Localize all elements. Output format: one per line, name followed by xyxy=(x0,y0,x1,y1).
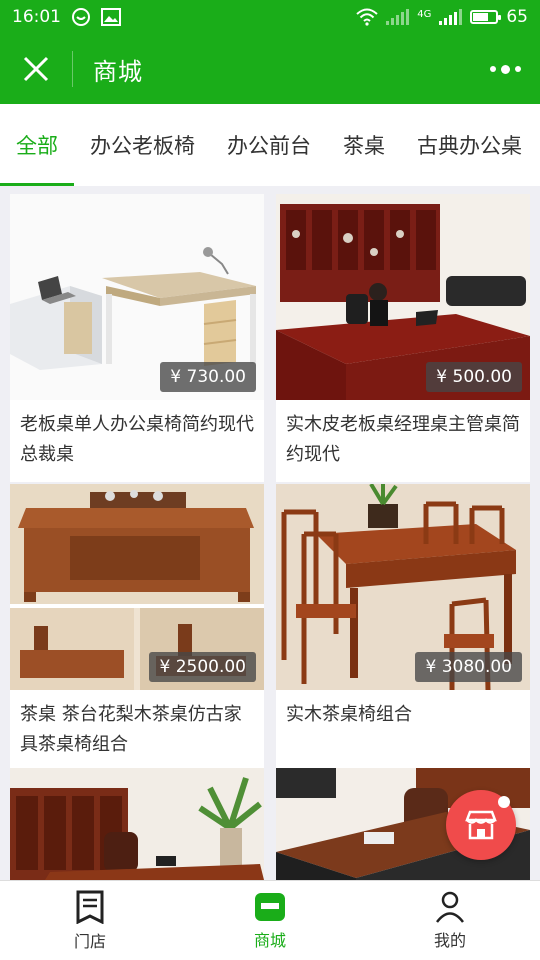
mall-icon xyxy=(255,892,285,921)
price-tag: ¥ 730.00 xyxy=(160,362,256,392)
nav-store[interactable]: 门店 xyxy=(0,881,180,960)
cart-badge-dot xyxy=(498,796,510,808)
tab-office-reception[interactable]: 办公前台 xyxy=(211,104,327,186)
shop-icon xyxy=(465,810,497,840)
person-icon xyxy=(436,891,464,923)
more-button[interactable] xyxy=(470,34,540,104)
battery-fill xyxy=(473,13,488,21)
nav-store-label: 门店 xyxy=(73,931,106,951)
product-card[interactable] xyxy=(10,768,264,880)
tab-all[interactable]: 全部 xyxy=(0,104,74,186)
network-type: 4G xyxy=(417,9,432,20)
title-divider xyxy=(72,51,73,87)
product-name: 老板桌单人办公桌椅简约现代总裁桌 xyxy=(20,414,254,465)
product-card[interactable]: ¥ 500.00 实木皮老板桌经理桌主管桌简约现代 xyxy=(276,194,530,482)
page-title: 商城 xyxy=(93,57,143,86)
price-tag: ¥ 2500.00 xyxy=(149,652,256,682)
close-icon xyxy=(23,56,49,82)
price-tag: ¥ 3080.00 xyxy=(415,652,522,682)
nav-mall[interactable]: 商城 xyxy=(180,881,360,960)
signal-icon xyxy=(439,9,463,25)
close-button[interactable] xyxy=(0,34,72,104)
price-tag: ¥ 500.00 xyxy=(426,362,522,392)
bottom-nav: 门店 商城 我的 xyxy=(0,880,540,960)
more-dot-icon xyxy=(514,66,521,72)
nav-me-label: 我的 xyxy=(433,930,466,950)
product-name: 实木皮老板桌经理桌主管桌简约现代 xyxy=(286,414,520,465)
product-card[interactable]: ¥ 730.00 老板桌单人办公桌椅简约现代总裁桌 xyxy=(10,194,264,482)
store-doc-icon xyxy=(76,890,104,924)
product-image-tea-table-chairs: ¥ 3080.00 xyxy=(276,484,530,690)
category-tabs: 全部 办公老板椅 办公前台 茶桌 古典办公桌 xyxy=(0,104,540,186)
wifi-icon xyxy=(356,8,378,26)
battery-icon xyxy=(470,10,502,24)
title-bar: 商城 xyxy=(0,34,540,104)
product-card[interactable]: ¥ 2500.00 茶桌 茶台花梨木茶桌仿古家具茶桌椅组合 xyxy=(10,484,264,772)
status-time: 16:01 xyxy=(12,7,61,27)
nav-mall-label: 商城 xyxy=(253,930,286,950)
tab-tea-table[interactable]: 茶桌 xyxy=(327,104,401,186)
more-dot-icon xyxy=(500,64,510,74)
status-bar: 16:01 4G 65 xyxy=(0,0,540,34)
product-image-modern-desk: ¥ 730.00 xyxy=(10,194,264,400)
more-dot-icon xyxy=(489,66,496,72)
tab-classic-desk[interactable]: 古典办公桌 xyxy=(401,104,538,186)
product-card[interactable]: ¥ 3080.00 实木茶桌椅组合 xyxy=(276,484,530,772)
product-image-tea-table: ¥ 2500.00 xyxy=(10,484,264,690)
signal-weak-icon xyxy=(386,9,410,25)
product-image-wood-boss-desk: ¥ 500.00 xyxy=(276,194,530,400)
cart-fab-button[interactable] xyxy=(446,790,516,860)
chat-bubble-icon xyxy=(71,7,91,27)
tab-office-boss-chair[interactable]: 办公老板椅 xyxy=(74,104,211,186)
product-image-classic-office xyxy=(10,768,264,880)
product-name: 实木茶桌椅组合 xyxy=(286,704,412,725)
battery-level: 65 xyxy=(506,7,528,27)
product-name: 茶桌 茶台花梨木茶桌仿古家具茶桌椅组合 xyxy=(20,704,242,755)
image-notification-icon xyxy=(101,8,121,26)
product-grid: ¥ 730.00 老板桌单人办公桌椅简约现代总裁桌 ¥ 500.00 实木皮老板… xyxy=(10,194,530,880)
nav-me[interactable]: 我的 xyxy=(360,881,540,960)
